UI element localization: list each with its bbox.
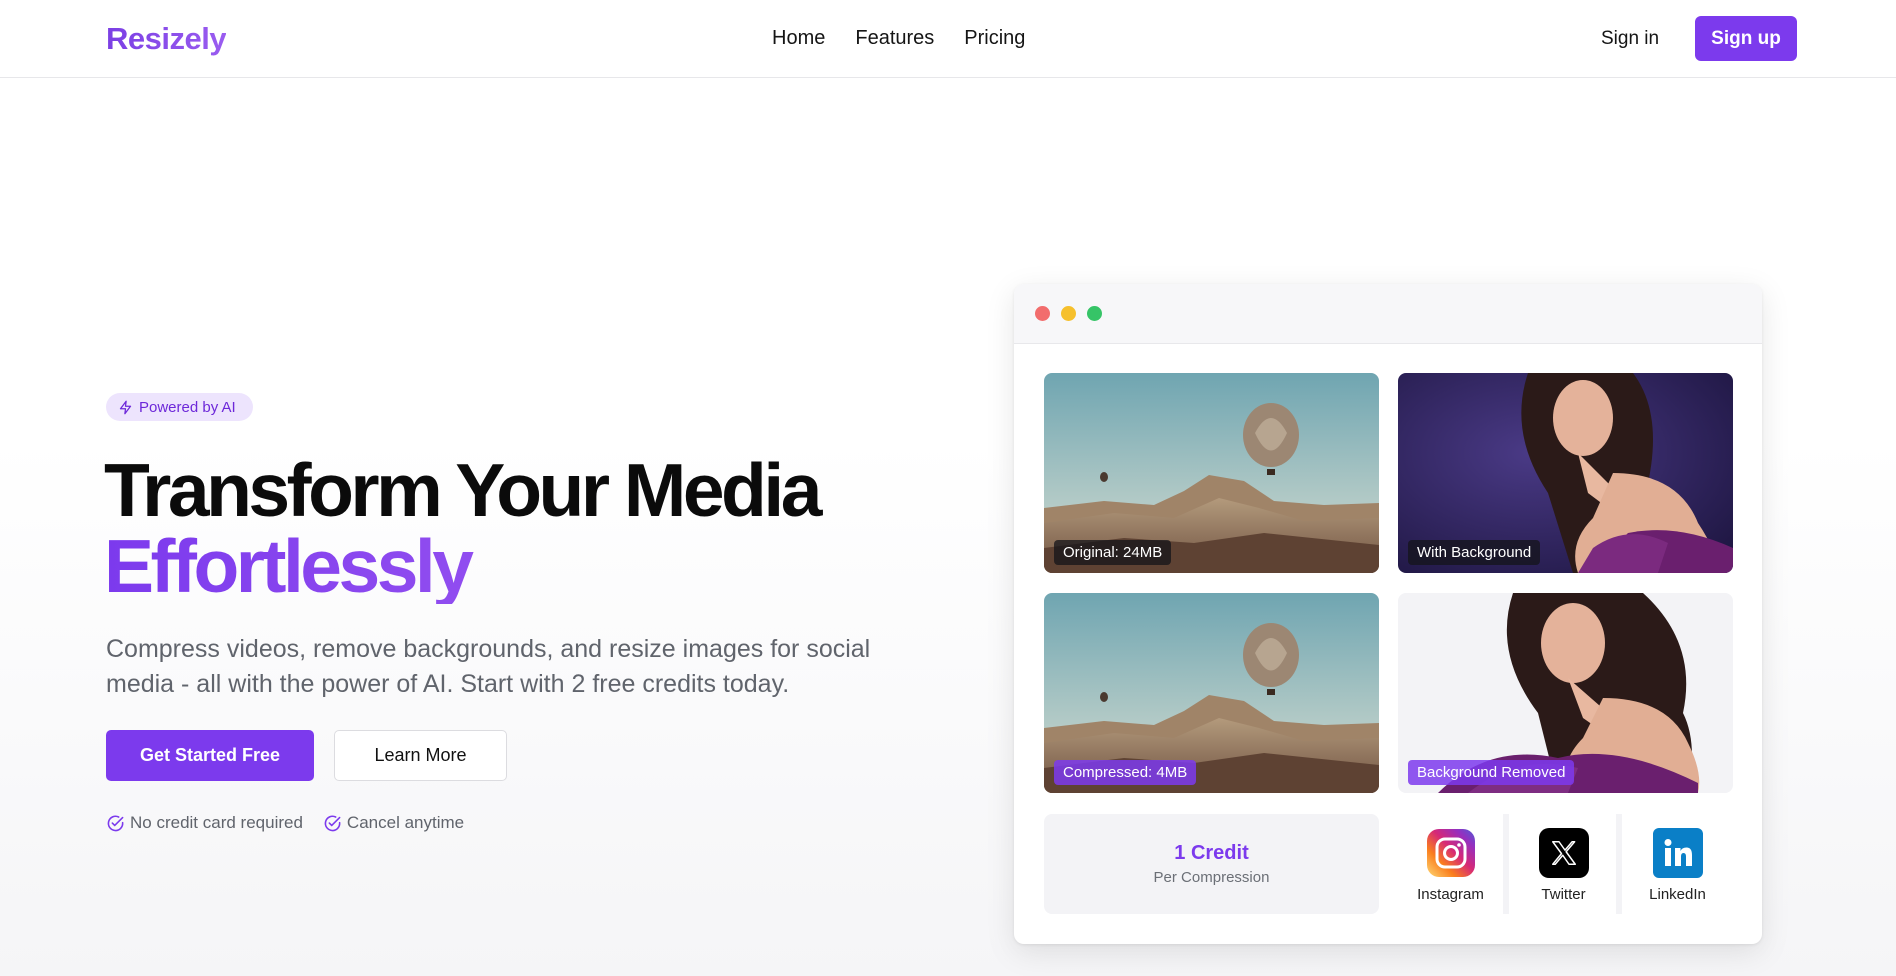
navbar: Resizely Home Features Pricing Sign in S… bbox=[0, 0, 1896, 78]
social-divider bbox=[1616, 814, 1622, 914]
nav-link-features[interactable]: Features bbox=[855, 27, 934, 50]
nav-links: Home Features Pricing bbox=[772, 27, 1025, 50]
headline-line-2: Effortlessly bbox=[104, 528, 819, 604]
social-divider bbox=[1503, 814, 1509, 914]
with-background-image-tile: With Background bbox=[1398, 373, 1733, 573]
x-twitter-icon bbox=[1538, 828, 1589, 878]
instagram-icon bbox=[1426, 828, 1476, 878]
check-label: No credit card required bbox=[130, 813, 303, 832]
minimize-dot-icon bbox=[1061, 306, 1076, 321]
social-twitter[interactable]: Twitter bbox=[1511, 814, 1616, 914]
tile-label: Background Removed bbox=[1408, 760, 1575, 785]
social-label: Instagram bbox=[1417, 886, 1484, 903]
nav-link-home[interactable]: Home bbox=[772, 27, 825, 50]
compressed-image-tile: Compressed: 4MB bbox=[1044, 593, 1379, 793]
social-linkedin[interactable]: LinkedIn bbox=[1625, 814, 1730, 914]
sign-up-button[interactable]: Sign up bbox=[1695, 16, 1797, 61]
check-item: No credit card required bbox=[106, 813, 303, 833]
nav-link-pricing[interactable]: Pricing bbox=[964, 27, 1025, 50]
lightning-icon bbox=[119, 400, 132, 414]
tile-label: With Background bbox=[1408, 540, 1541, 565]
check-label: Cancel anytime bbox=[346, 813, 465, 832]
background-removed-image-tile: Background Removed bbox=[1398, 593, 1733, 793]
credit-subtitle: Per Compression bbox=[1153, 869, 1270, 886]
check-item: Cancel anytime bbox=[323, 813, 464, 833]
tile-label: Compressed: 4MB bbox=[1054, 760, 1197, 785]
check-circle-icon bbox=[324, 815, 341, 831]
brand-logo[interactable]: Resizely bbox=[106, 21, 227, 57]
close-dot-icon bbox=[1035, 306, 1050, 321]
hero-subtext: Compress videos, remove backgrounds, and… bbox=[106, 635, 871, 698]
feature-checks: No credit card required Cancel anytime bbox=[106, 813, 464, 833]
sign-in-link[interactable]: Sign in bbox=[1601, 28, 1659, 50]
original-image-tile: Original: 24MB bbox=[1044, 373, 1379, 573]
powered-by-ai-badge: Powered by AI bbox=[106, 393, 253, 421]
headline-line-1: Transform Your Media bbox=[104, 448, 822, 532]
window-titlebar bbox=[1014, 284, 1762, 344]
credit-amount: 1 Credit bbox=[1174, 842, 1249, 864]
social-label: LinkedIn bbox=[1649, 886, 1706, 903]
get-started-button[interactable]: Get Started Free bbox=[106, 730, 314, 781]
social-label: Twitter bbox=[1541, 886, 1586, 903]
hero-headline: Transform Your Media Effortlessly bbox=[104, 452, 822, 604]
badge-label: Powered by AI bbox=[139, 398, 236, 416]
social-instagram[interactable]: Instagram bbox=[1398, 814, 1503, 914]
linkedin-icon bbox=[1652, 828, 1703, 878]
credit-info-card: 1 Credit Per Compression bbox=[1044, 814, 1379, 914]
tile-label: Original: 24MB bbox=[1054, 540, 1172, 565]
app-preview-window: Original: 24MB With Background Compresse… bbox=[1014, 284, 1762, 944]
maximize-dot-icon bbox=[1087, 306, 1102, 321]
learn-more-button[interactable]: Learn More bbox=[334, 730, 507, 781]
check-circle-icon bbox=[107, 815, 124, 831]
